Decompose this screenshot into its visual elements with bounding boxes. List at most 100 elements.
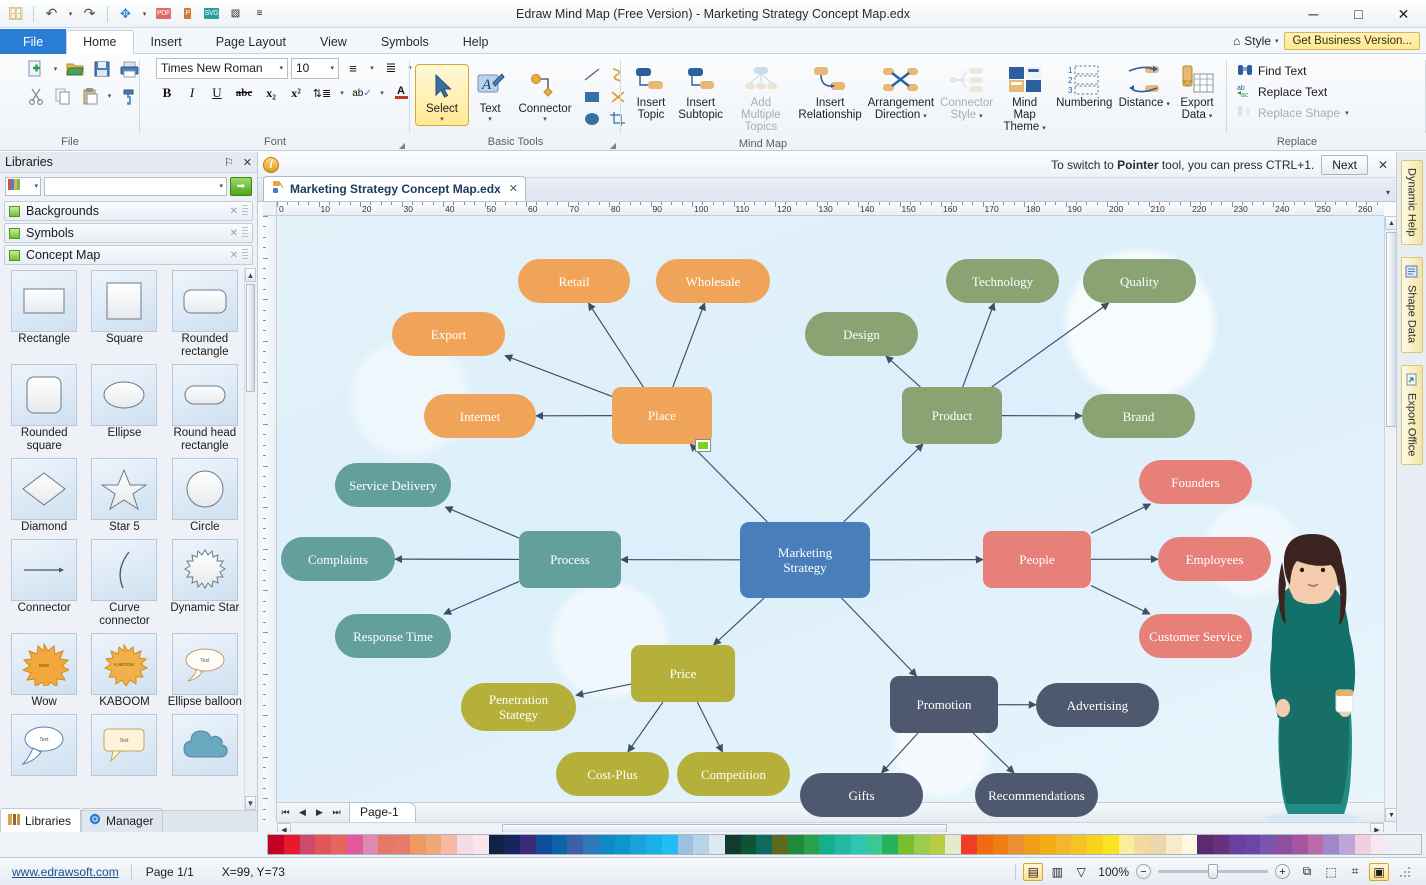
connector-marketing-strategy-to-price[interactable] [713,597,765,646]
undo-dropdown-icon[interactable]: ▾ [66,4,75,23]
ribbon-tab-home[interactable]: Home [66,30,134,54]
presentation-view-button[interactable]: ▽ [1071,863,1091,881]
shape-item[interactable]: Text [84,712,164,780]
color-swatch[interactable] [441,835,457,854]
color-swatch[interactable] [1228,835,1245,854]
ellipse-shape-icon[interactable] [580,107,604,131]
format-painter-icon[interactable] [117,84,141,108]
fit-page-button[interactable]: ⧉ [1297,863,1317,881]
color-swatch[interactable] [1339,835,1355,854]
color-swatch[interactable] [378,835,394,854]
notification-next-button[interactable]: Next [1321,154,1368,175]
library-footer-tab-libraries[interactable]: Libraries [0,808,82,832]
color-swatch[interactable] [819,835,835,854]
subscript-button[interactable]: x₂ [260,82,282,104]
color-swatch[interactable] [551,835,568,854]
basic-tools-dialog-launcher[interactable]: ◢ [610,141,616,150]
color-swatch[interactable] [472,835,489,854]
export-data-button-dropdown-icon[interactable]: ▾ [1209,113,1213,120]
color-swatch[interactable] [866,835,883,854]
mindmap-node-internet[interactable]: Internet [424,394,536,438]
connector-process-to-response-time[interactable] [443,581,520,615]
color-swatch[interactable] [1291,835,1308,854]
mindmap-node-competition[interactable]: Competition [677,752,790,796]
minimize-button[interactable]: ─ [1291,0,1336,28]
select-tool-dropdown-icon[interactable]: ▾ [440,115,444,123]
color-swatch[interactable] [504,835,520,854]
color-swatch[interactable] [614,835,631,854]
highlight-dropdown-icon[interactable]: ▾ [377,82,387,104]
mindmap-node-product[interactable]: Product [902,387,1002,444]
font-size-dropdown-icon[interactable]: ▾ [330,64,334,72]
mindmap-node-design[interactable]: Design [805,312,918,356]
color-swatch[interactable] [709,835,725,854]
shape-item-ellipse-balloon[interactable]: Text Ellipse balloon [165,631,245,712]
mindmap-node-employees[interactable]: Employees [1158,537,1271,581]
color-swatch[interactable] [992,835,1009,854]
copy-icon[interactable] [51,84,75,108]
color-swatch[interactable] [583,835,599,854]
mindmap-node-people[interactable]: People [983,531,1091,588]
mindmap-node-export[interactable]: Export [392,312,505,356]
mindmap-node-founders[interactable]: Founders [1139,460,1252,504]
shape-item-wow[interactable]: wow Wow [4,631,84,712]
color-swatch[interactable] [850,835,867,854]
scrollbar-thumb[interactable] [246,284,255,392]
paste-dropdown-icon[interactable]: ▾ [105,84,114,108]
connector-marketing-strategy-to-place[interactable] [689,443,768,523]
strikethrough-button[interactable]: abc [231,82,257,104]
export-pdf-icon[interactable]: PDF [154,4,173,23]
color-swatch[interactable] [1039,835,1056,854]
connector-product-to-quality[interactable] [991,302,1110,388]
zoom-in-button[interactable]: + [1275,864,1290,879]
color-swatch[interactable] [331,835,347,854]
rectangle-shape-icon[interactable] [580,85,604,109]
zoom-slider-knob[interactable] [1208,864,1218,879]
align-dropdown-icon[interactable]: ▾ [367,57,377,79]
shape-item-circle[interactable]: Circle [165,456,245,537]
close-icon[interactable]: ✕ [243,156,252,169]
close-icon[interactable]: ✕ [230,228,238,239]
mindmap-node-process[interactable]: Process [519,531,621,588]
italic-button[interactable]: I [181,82,203,104]
document-tab-dropdown-icon[interactable]: ▾ [1380,188,1396,201]
previous-page-icon[interactable]: ◀ [294,803,311,821]
connector-price-to-penetration-strategy[interactable] [575,683,632,698]
scroll-down-icon[interactable]: ▼ [245,796,256,810]
mindmap-node-customer-service[interactable]: Customer Service [1139,614,1252,658]
page-tab-page-1[interactable]: Page-1 [349,802,416,822]
drag-grip[interactable] [242,249,248,261]
font-name-dropdown-icon[interactable]: ▾ [279,64,283,72]
color-swatch[interactable] [567,835,583,854]
color-swatch[interactable] [1087,835,1103,854]
export-ppt-icon[interactable]: P [178,4,197,23]
distance-button-dropdown-icon[interactable]: ▾ [1166,101,1170,108]
color-swatch[interactable] [598,835,615,854]
color-swatch[interactable] [268,835,284,854]
connector-place-to-export[interactable] [504,354,613,397]
bold-button[interactable]: B [156,82,178,104]
mindmap-node-recommendations[interactable]: Recommendations [975,773,1098,817]
chevron-down-icon[interactable]: ▾ [219,182,223,190]
color-swatch[interactable] [898,835,914,854]
superscript-button[interactable]: x² [285,82,307,104]
mindmap-node-price[interactable]: Price [631,645,735,702]
get-business-version-button[interactable]: Get Business Version... [1284,32,1420,50]
color-swatch[interactable] [1008,835,1024,854]
line-spacing-dropdown-icon[interactable]: ▾ [337,82,347,104]
numbering-button[interactable]: 1 2 3 Numbering [1053,59,1115,111]
style-control[interactable]: ⌂ Style ▾ [1233,34,1278,48]
new-document-icon[interactable] [24,57,48,81]
color-swatch[interactable] [929,835,946,854]
print-preview-icon[interactable]: ▧ [226,4,245,23]
zoom-slider[interactable] [1158,864,1268,879]
color-swatch[interactable] [425,835,442,854]
mindmap-node-cost-plus[interactable]: Cost-Plus [556,752,669,796]
move-icon[interactable]: ✥ [116,4,135,23]
color-swatch[interactable] [945,835,961,854]
shape-item-star-5[interactable]: Star 5 [84,456,164,537]
notification-close-icon[interactable]: ✕ [1375,158,1391,172]
insert-relationship-button[interactable]: Insert Relationship [795,59,864,123]
color-swatch-strip[interactable] [267,834,1422,855]
shape-gallery-scrollbar[interactable]: ▲ ▼ [244,268,256,810]
